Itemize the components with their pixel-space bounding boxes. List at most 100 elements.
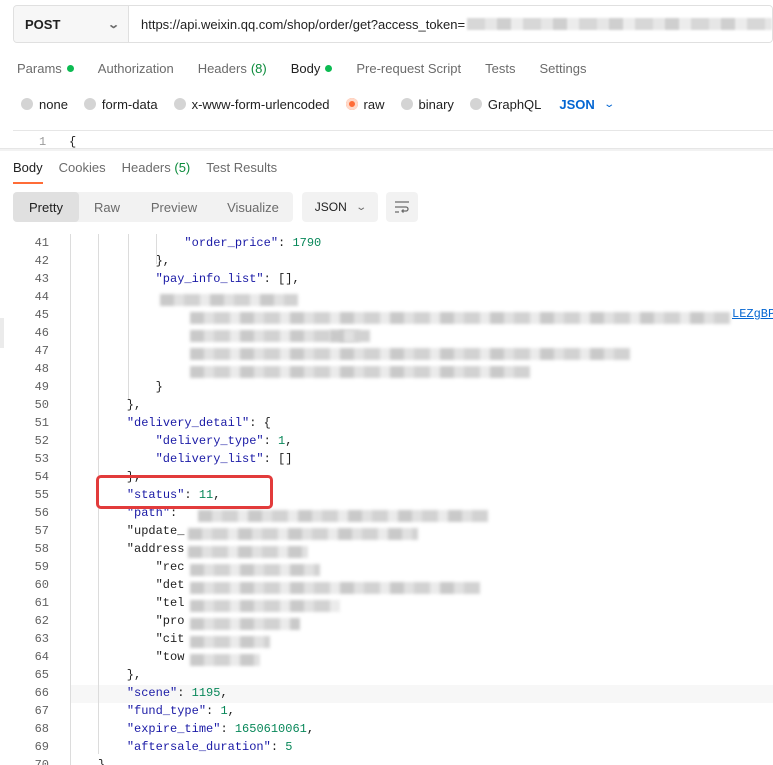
line-number: 47 [34,344,49,358]
url-input[interactable]: https://api.weixin.qq.com/shop/order/get… [129,6,772,42]
line-number: 54 [34,470,49,484]
indent-guide [70,234,71,765]
tab-response-headers[interactable]: Headers (5) [122,160,191,184]
line-number: 46 [34,326,49,340]
redacted-value [198,510,488,522]
method-select[interactable]: POST ⌄ [14,6,129,42]
radio-label: x-www-form-urlencoded [191,96,330,112]
line-number: 66 [34,686,49,700]
line-number: 60 [34,578,49,592]
redacted-value [160,294,298,306]
code-text: "delivery_type": 1, [155,434,293,448]
line-number: 48 [34,362,49,376]
wrap-lines-icon [395,201,409,213]
code-line: 53 "delivery_list": [] [0,450,773,468]
request-tabs: Params Authorization Headers (8) Body Pr… [17,56,610,82]
format-label: JSON [314,200,347,214]
radio-urlencoded[interactable]: x-www-form-urlencoded [173,96,330,112]
radio-raw[interactable]: raw [345,96,385,112]
redacted-value [190,312,730,324]
tab-headers[interactable]: Headers (8) [198,56,267,80]
url-link-fragment[interactable]: LEZgBP [732,307,773,321]
code-text: "delivery_detail": { [126,416,271,430]
tab-pre-request-script[interactable]: Pre-request Script [356,56,461,80]
wrap-lines-button[interactable] [386,192,418,222]
code-line: 42 }, [0,252,773,270]
radio-checked-icon [345,98,358,110]
response-format-select[interactable]: JSON ⌄ [302,192,378,222]
view-visualize-button[interactable]: Visualize [213,192,293,222]
code-line: 58 "address [0,540,773,558]
radio-form-data[interactable]: form-data [83,97,158,112]
line-number: 63 [34,632,49,646]
tab-test-results[interactable]: Test Results [206,160,277,184]
line-number: 52 [34,434,49,448]
code-text: }, [98,668,142,682]
radio-graphql[interactable]: GraphQL [469,97,541,112]
view-pretty-button[interactable]: Pretty [13,192,79,222]
radio-icon [173,98,186,110]
status-dot-icon [66,64,74,72]
tab-label: Cookies [58,160,106,175]
code-line: 50 }, [0,396,773,414]
view-raw-button[interactable]: Raw [79,192,135,222]
code-text: "cit [98,632,185,646]
code-text: "aftersale_duration": 5 [126,740,293,754]
code-text: } [98,758,106,765]
code-line: 64 "tow [0,648,773,666]
code-line: 59 "rec [0,558,773,576]
redacted-value [188,528,418,540]
code-text: "address [98,542,185,556]
code-line: 41 "order_price": 1790 [0,234,773,252]
tab-label: Headers [121,160,171,175]
tab-settings[interactable]: Settings [539,56,586,80]
redacted-value [190,636,270,648]
chevron-down-icon: ⌄ [106,18,120,31]
radio-label: none [39,96,68,112]
tab-response-body[interactable]: Body [13,160,43,184]
radio-icon [83,98,96,110]
code-line: 66 "scene": 1195, [0,684,773,702]
tab-authorization[interactable]: Authorization [98,56,174,80]
tab-label: Body [13,160,43,175]
raw-format-select[interactable]: JSON ⌄ [559,97,615,112]
line-number: 64 [34,650,49,664]
line-number: 51 [34,416,49,430]
tab-cookies[interactable]: Cookies [59,160,106,184]
tab-params[interactable]: Params [17,56,74,80]
line-number: 59 [34,560,49,574]
pane-resize-handle[interactable] [0,148,773,151]
line-number: 53 [34,452,49,466]
code-line: 70} [0,756,773,765]
tab-label: Settings [539,60,587,76]
code-line: 52 "delivery_type": 1, [0,432,773,450]
tab-label: Pre-request Script [356,60,462,76]
code-line: 67 "fund_type": 1, [0,702,773,720]
redacted-token [467,18,772,30]
tab-body[interactable]: Body [291,56,333,80]
radio-icon [469,98,482,110]
line-number: 49 [34,380,49,394]
radio-none[interactable]: none [21,97,68,112]
view-preview-button[interactable]: Preview [135,192,213,222]
line-number: 67 [34,704,49,718]
chevron-down-icon: ⌄ [603,98,615,110]
code-line: 69 "aftersale_duration": 5 [0,738,773,756]
code-line: 68 "expire_time": 1650610061, [0,720,773,738]
code-line: 51 "delivery_detail": { [0,414,773,432]
line-number: 68 [34,722,49,736]
radio-binary[interactable]: binary [400,97,454,112]
tab-tests[interactable]: Tests [485,56,515,80]
line-number: 65 [34,668,49,682]
tab-label: Params [17,60,62,76]
request-body-editor[interactable]: 1 { [13,130,773,148]
code-text: "expire_time": 1650610061, [126,722,315,736]
radio-label: raw [363,96,385,112]
view-mode-group: Pretty Raw Preview Visualize [13,192,293,222]
code-line: 61 "tel [0,594,773,612]
status-highlight-annotation [96,475,273,509]
indent-guide [156,234,157,264]
request-url-bar: POST ⌄ https://api.weixin.qq.com/shop/or… [13,5,773,43]
code-text: { [69,135,77,148]
code-text: "delivery_list": [] [155,452,293,466]
